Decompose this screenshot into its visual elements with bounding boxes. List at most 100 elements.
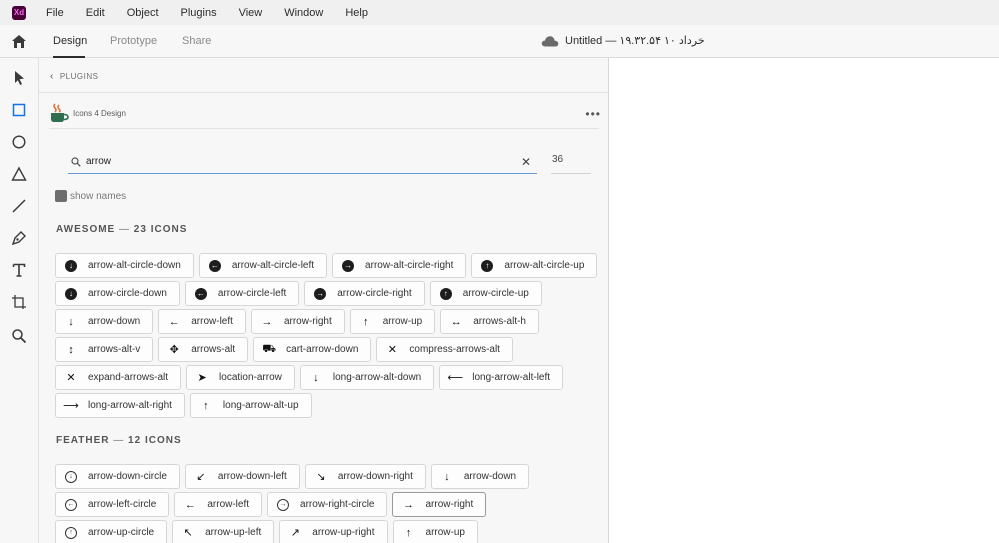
icon-chip-label: arrow-up-left <box>205 527 262 538</box>
icon-chip-label: arrow-left <box>191 316 233 327</box>
icon-chip-arrow-down-circle[interactable]: ↓ arrow-down-circle <box>55 464 180 489</box>
search-icon <box>71 157 81 167</box>
icon-chip-arrow-alt-circle-left[interactable]: ← arrow-alt-circle-left <box>198 253 328 278</box>
icon-chip-arrow-up-left[interactable]: ↖ arrow-up-left <box>172 520 275 543</box>
icon-size-input[interactable] <box>552 154 590 165</box>
icon-chip-label: arrow-left <box>207 499 250 510</box>
icon-chip-label: compress-arrows-alt <box>409 344 500 355</box>
icon-chip-compress-arrows-alt[interactable]: ✕ compress-arrows-alt <box>376 337 513 362</box>
icon-chip-label: long-arrow-alt-up <box>222 400 299 411</box>
ellipse-tool-icon[interactable] <box>11 134 27 150</box>
icon-chip-label: arrow-up <box>425 527 465 538</box>
icon-chip-arrow-up[interactable]: ↑ arrow-up <box>392 520 478 543</box>
clear-search-icon[interactable]: ✕ <box>521 155 531 169</box>
chevron-left-icon[interactable]: ‹ <box>50 71 54 82</box>
location-arrow-icon: ➤ <box>197 372 207 384</box>
icon-chip-long-arrow-alt-up[interactable]: ↑ long-arrow-alt-up <box>189 393 312 418</box>
artboard-tool-icon[interactable] <box>11 294 27 310</box>
show-names-label: show names <box>70 190 127 202</box>
show-names-toggle[interactable]: show names <box>55 190 126 202</box>
icon-chip-location-arrow[interactable]: ➤ location-arrow <box>186 365 295 390</box>
select-tool-icon[interactable] <box>11 70 27 86</box>
icon-chip-label: arrow-down <box>88 316 141 327</box>
icon-chip-long-arrow-alt-left[interactable]: ⟵ long-arrow-alt-left <box>439 365 564 390</box>
icon-chip-arrow-circle-left[interactable]: ← arrow-circle-left <box>184 281 300 306</box>
menu-bar: Xd File Edit Object Plugins View Window … <box>0 0 999 25</box>
arrow-up-icon: ↑ <box>405 526 412 539</box>
icon-chip-arrows-alt-v[interactable]: ↕ arrows-alt-v <box>55 337 154 362</box>
icon-chip-arrow-circle-down[interactable]: ↓ arrow-circle-down <box>55 281 180 306</box>
icon-chip-arrow-right-circle[interactable]: → arrow-right-circle <box>267 492 388 517</box>
arrows-alt-h-icon: ↔ <box>450 315 462 328</box>
cart-arrow-down-icon: ⛟ <box>262 342 277 355</box>
icon-chip-arrow-circle-up[interactable]: ↑ arrow-circle-up <box>429 281 542 306</box>
arrow-alt-circle-left-icon: ← <box>208 259 221 272</box>
icon-chip-label: arrow-alt-circle-down <box>88 260 181 271</box>
icon-chip-arrow-up[interactable]: ↑ arrow-up <box>349 309 436 334</box>
icon-grid-feather: ↓ arrow-down-circle ↙ arrow-down-left ↘ arrow… <box>55 464 600 543</box>
search-input[interactable] <box>86 153 486 170</box>
tab-prototype[interactable]: Prototype <box>110 35 157 47</box>
icon-chip-label: arrow-down <box>463 471 517 482</box>
arrow-right-icon: → <box>261 315 273 328</box>
icon-chip-arrow-right[interactable]: → arrow-right <box>392 492 487 517</box>
menu-edit[interactable]: Edit <box>86 7 105 19</box>
icon-chip-expand-arrows-alt[interactable]: ✕ expand-arrows-alt <box>55 365 182 390</box>
icon-chip-arrows-alt-h[interactable]: ↔ arrows-alt-h <box>440 309 539 334</box>
arrows-alt-icon: ✥ <box>169 344 179 356</box>
icon-chip-arrow-up-right[interactable]: ↗ arrow-up-right <box>279 520 388 543</box>
compress-arrows-alt-icon: ✕ <box>387 344 397 356</box>
more-options-icon[interactable]: ••• <box>585 107 601 121</box>
line-tool-icon[interactable] <box>11 198 27 214</box>
menu-view[interactable]: View <box>239 7 263 19</box>
menu-file[interactable]: File <box>46 7 64 19</box>
icon-chip-label: long-arrow-alt-left <box>472 372 551 383</box>
section-count: 23 ICONS <box>133 224 188 235</box>
pen-tool-icon[interactable] <box>11 230 27 246</box>
icon-chip-label: arrow-circle-left <box>217 288 287 299</box>
home-icon[interactable] <box>11 34 27 49</box>
tab-share[interactable]: Share <box>182 35 211 47</box>
icon-chip-label: arrow-circle-down <box>88 288 167 299</box>
arrow-up-left-icon: ↖ <box>183 527 193 539</box>
polygon-tool-icon[interactable] <box>11 166 27 182</box>
menu-plugins[interactable]: Plugins <box>181 7 217 19</box>
icon-chip-label: arrows-alt-v <box>88 344 141 355</box>
menu-help[interactable]: Help <box>345 7 368 19</box>
menu-object[interactable]: Object <box>127 7 159 19</box>
icon-chip-arrow-circle-right[interactable]: → arrow-circle-right <box>304 281 425 306</box>
icon-chip-label: location-arrow <box>219 372 282 383</box>
icon-grid-awesome: ↓ arrow-alt-circle-down ← arrow-alt-circle-… <box>55 253 600 418</box>
icon-chip-cart-arrow-down[interactable]: ⛟ cart-arrow-down <box>253 337 372 362</box>
icon-chip-arrow-down-right[interactable]: ↘ arrow-down-right <box>304 464 426 489</box>
icon-chip-arrow-up-circle[interactable]: ↑ arrow-up-circle <box>55 520 168 543</box>
icon-chip-arrow-down[interactable]: ↓ arrow-down <box>55 309 154 334</box>
icon-chip-arrow-left[interactable]: ← arrow-left <box>174 492 263 517</box>
icon-chip-arrow-alt-circle-down[interactable]: ↓ arrow-alt-circle-down <box>55 253 194 278</box>
xd-logo: Xd <box>12 5 26 20</box>
icon-chip-arrow-right[interactable]: → arrow-right <box>250 309 345 334</box>
zoom-tool-icon[interactable] <box>11 328 27 344</box>
cloud-icon <box>541 35 559 46</box>
rectangle-tool-icon[interactable] <box>11 102 27 118</box>
icon-chip-arrow-left-circle[interactable]: ← arrow-left-circle <box>55 492 170 517</box>
icon-chip-arrow-down-left[interactable]: ↙ arrow-down-left <box>184 464 300 489</box>
icon-chip-long-arrow-alt-right[interactable]: ⟶ long-arrow-alt-right <box>55 393 185 418</box>
icon-chip-label: arrow-right <box>283 316 332 327</box>
menu-window[interactable]: Window <box>284 7 323 19</box>
icon-chip-arrow-alt-circle-up[interactable]: ↑ arrow-alt-circle-up <box>471 253 598 278</box>
icon-chip-label: long-arrow-alt-right <box>88 400 172 411</box>
text-tool-icon[interactable] <box>11 262 27 278</box>
icon-chip-arrow-down[interactable]: ↓ arrow-down <box>430 464 530 489</box>
artboard-canvas[interactable] <box>610 58 999 543</box>
arrow-down-right-icon: ↘ <box>316 471 326 483</box>
tab-design[interactable]: Design <box>53 35 87 47</box>
breadcrumb[interactable]: ‹ PLUGINS <box>50 71 98 82</box>
icon-chip-arrow-left[interactable]: ← arrow-left <box>158 309 246 334</box>
icon-chip-arrows-alt[interactable]: ✥ arrows-alt <box>158 337 249 362</box>
icon-chip-label: arrow-down-right <box>337 471 413 482</box>
toolbar: Design Prototype Share Untitled — ۱۹.۳۲.… <box>0 25 999 58</box>
icon-chip-long-arrow-alt-down[interactable]: ↓ long-arrow-alt-down <box>299 365 435 390</box>
icon-chip-arrow-alt-circle-right[interactable]: → arrow-alt-circle-right <box>332 253 467 278</box>
show-names-checkbox[interactable] <box>55 190 67 202</box>
